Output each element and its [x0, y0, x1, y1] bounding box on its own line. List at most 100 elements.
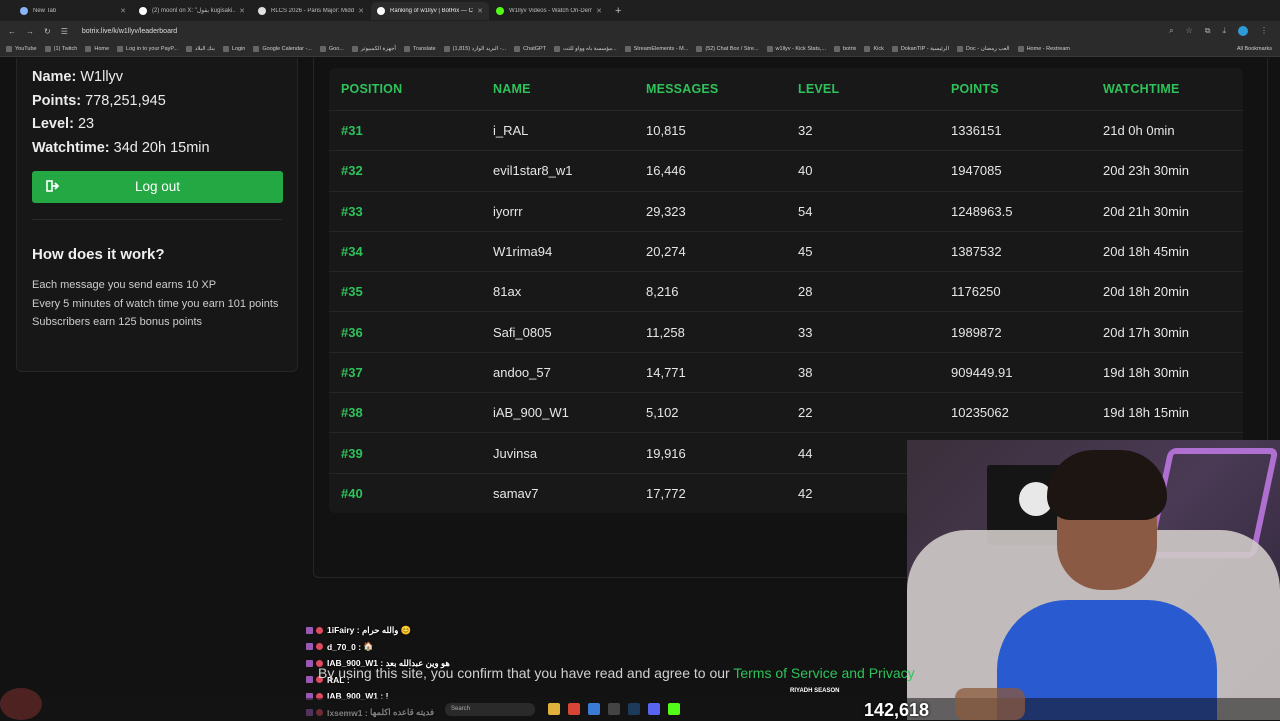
bookmark-favicon-icon — [625, 46, 631, 52]
bookmark-item[interactable]: DokanTIP - الرئيسية — [892, 46, 949, 52]
chat-message: d_70_0 : 🏠 — [306, 639, 546, 656]
bookmark-item[interactable]: Goo... — [320, 46, 344, 52]
kick-icon[interactable] — [668, 703, 680, 715]
new-tab-button[interactable]: + — [615, 5, 621, 17]
extensions-icon[interactable]: ⧉ — [1205, 26, 1211, 36]
bookmark-item[interactable]: Log in to your PayP... — [117, 46, 178, 52]
bookmark-item[interactable]: Login — [223, 46, 245, 52]
bookmark-item[interactable]: ChatGPT — [514, 46, 546, 52]
back-icon[interactable]: ← — [8, 27, 16, 36]
sub-badge-icon — [306, 627, 313, 634]
table-cell: 21d 0h 0min — [1091, 123, 1243, 138]
forward-icon[interactable]: → — [26, 27, 34, 36]
bookmark-favicon-icon — [696, 46, 702, 52]
table-row: #32evil1star8_w116,44640194708520d 23h 3… — [329, 150, 1243, 190]
bookmark-item[interactable]: Home — [85, 46, 109, 52]
bookmark-item[interactable]: YouTube — [6, 46, 37, 52]
menu-icon[interactable]: ⋮ — [1260, 26, 1268, 36]
bookmark-favicon-icon — [352, 46, 358, 52]
tab-close-icon[interactable]: ✕ — [120, 7, 126, 15]
table-cell: 8,216 — [634, 284, 786, 299]
streamer-emote-image — [955, 688, 1025, 720]
bookmarks-bar: YouTube (1) Twitch Home Log in to your PayP… — [0, 42, 1280, 57]
site-info-icon[interactable]: ☰ — [61, 27, 68, 36]
bookmark-item[interactable]: بنك البلاد — [186, 46, 215, 52]
sub-badge-icon — [306, 643, 313, 650]
chat-username: d_70_0 — [327, 642, 356, 652]
reload-icon[interactable]: ↻ — [44, 27, 51, 36]
file-explorer-icon[interactable] — [548, 703, 560, 715]
address-bar: ← → ↻ ☰ botrix.live/k/w1llyv/leaderboard… — [0, 21, 1280, 42]
bookmark-favicon-icon — [767, 46, 773, 52]
tab-favicon-icon — [20, 7, 28, 15]
browser-tab[interactable]: RLCS 2026 - Paris Major: Middl...✕ — [252, 2, 370, 20]
terms-link[interactable]: Terms of Service and Privacy — [733, 665, 914, 681]
bookmark-item[interactable]: مؤسسة باه وواو للتت... — [554, 46, 617, 52]
url-field[interactable]: botrix.live/k/w1llyv/leaderboard — [82, 28, 177, 35]
table-cell: 1947085 — [939, 163, 1091, 178]
viewer-count: 142,618 — [864, 700, 929, 721]
chat-text: والله حرام 😊 — [362, 625, 411, 636]
bookmark-item[interactable]: Home - Restream — [1018, 46, 1070, 52]
browser-tab[interactable]: W1llyv Videos - Watch On-Dem...✕ — [490, 2, 608, 20]
table-cell: samav7 — [481, 486, 634, 501]
bookmark-star-icon[interactable]: ☆ — [1186, 26, 1193, 36]
tab-label: (2) moonl on X: "يقول kugisaki..." / X — [152, 7, 235, 14]
kick-badge-icon — [316, 627, 323, 634]
column-header: MESSAGES — [634, 82, 786, 96]
bookmark-item[interactable]: Doc - العب رمضان — [957, 46, 1010, 52]
column-header: LEVEL — [786, 82, 939, 96]
table-row: #3581ax8,21628117625020d 18h 20min — [329, 271, 1243, 311]
tab-close-icon[interactable]: ✕ — [477, 7, 483, 15]
bookmark-item[interactable]: botrix — [834, 46, 856, 52]
sub-badge-icon — [306, 676, 313, 683]
taskbar-search[interactable]: Search — [445, 703, 535, 716]
browser-tab[interactable]: New Tab✕ — [14, 2, 132, 20]
sub-badge-icon — [306, 660, 313, 667]
bookmark-item[interactable]: (1,815) البريد الوارد -... — [444, 46, 506, 52]
table-cell: #38 — [329, 405, 481, 420]
bookmark-item[interactable]: Google Calendar -... — [253, 46, 312, 52]
bookmark-favicon-icon — [444, 46, 450, 52]
bookmark-favicon-icon — [404, 46, 410, 52]
profile-level: Level: 23 — [32, 113, 282, 137]
store-icon[interactable] — [588, 703, 600, 715]
bookmark-item[interactable]: أجهزة الكمبيوتر — [352, 46, 396, 52]
table-cell: 19d 18h 15min — [1091, 405, 1243, 420]
bookmark-item[interactable]: StreamElements - M... — [625, 46, 689, 52]
bookmark-item[interactable]: w1llyv - Kick Stats,... — [767, 46, 826, 52]
table-row: #38iAB_900_W15,102221023506219d 18h 15mi… — [329, 392, 1243, 432]
table-cell: 1176250 — [939, 284, 1091, 299]
downloads-icon[interactable]: ⤓ — [1222, 26, 1226, 36]
page-content: Name: W1llyv Points: 778,251,945 Level: … — [0, 58, 1280, 720]
browser-tab[interactable]: Ranking of w1llyv | BotRix — Cl...✕ — [371, 2, 489, 20]
tab-close-icon[interactable]: ✕ — [358, 7, 364, 15]
table-cell: 14,771 — [634, 365, 786, 380]
tab-close-icon[interactable]: ✕ — [239, 7, 245, 15]
bookmark-item[interactable]: Kick — [864, 46, 883, 52]
zoom-icon[interactable]: ⌕ — [1169, 26, 1173, 36]
table-cell: #37 — [329, 365, 481, 380]
chat-text: 🏠 — [363, 641, 374, 652]
table-cell: 81ax — [481, 284, 634, 299]
obs-icon[interactable] — [608, 703, 620, 715]
all-bookmarks-button[interactable]: All Bookmarks — [1237, 46, 1272, 52]
discord-icon[interactable] — [648, 703, 660, 715]
tab-close-icon[interactable]: ✕ — [596, 7, 602, 15]
riyadh-season-logo: RIYADH SEASON — [790, 688, 839, 695]
table-cell: 1248963.5 — [939, 204, 1091, 219]
bookmark-item[interactable]: Translate — [404, 46, 436, 52]
bookmark-item[interactable]: (1) Twitch — [45, 46, 78, 52]
taskbar-icons — [548, 703, 680, 715]
browser-tab[interactable]: (2) moonl on X: "يقول kugisaki..." / X ✕ — [133, 2, 251, 20]
bookmark-favicon-icon — [554, 46, 560, 52]
avatar[interactable] — [1238, 26, 1248, 36]
logout-button[interactable]: Log out — [32, 171, 283, 203]
bookmark-item[interactable]: (52) Chat Box / Stre... — [696, 46, 758, 52]
bookmark-favicon-icon — [864, 46, 870, 52]
table-cell: i_RAL — [481, 123, 634, 138]
steam-icon[interactable] — [628, 703, 640, 715]
chrome-icon[interactable] — [568, 703, 580, 715]
chat-message: 1iFairy : والله حرام 😊 — [306, 622, 546, 639]
column-header: NAME — [481, 82, 634, 96]
